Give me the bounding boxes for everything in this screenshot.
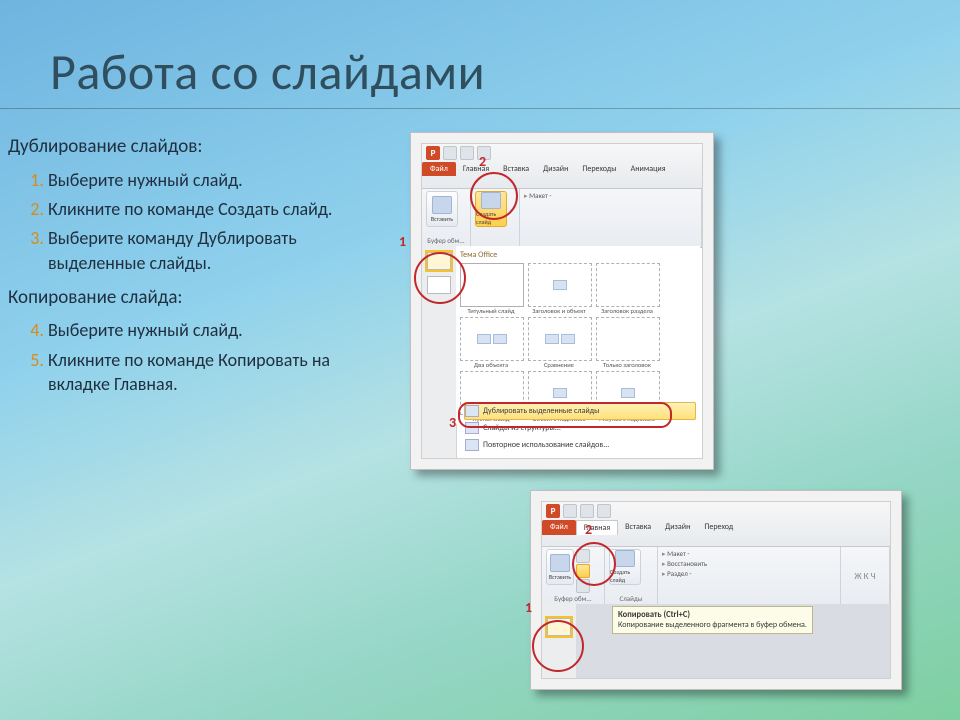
paste-button: Вставить <box>546 549 574 585</box>
tab-insert: Вставка <box>618 520 658 535</box>
slide-opts-2: Макет - Восстановить Раздел - <box>662 549 836 578</box>
slide-options: Макет - <box>524 191 697 200</box>
group-clip-label: Буфер обм... <box>546 594 600 603</box>
clipboard-icon <box>432 196 452 214</box>
powerpoint-icon: P <box>426 146 440 160</box>
screenshot-copy: P Файл Главная Вставка Дизайн Переход <box>530 490 902 690</box>
ribbon: P Файл Главная Вставка Дизайн Переходы А… <box>422 144 702 189</box>
layout-gallery: Тема Office Титульный слайд Заголовок и … <box>456 246 700 424</box>
list-copy: Выберите нужный слайд. Кликните по коман… <box>8 318 396 396</box>
screenshot-duplicate: P Файл Главная Вставка Дизайн Переходы А… <box>410 132 714 470</box>
tab-file: Файл <box>422 162 456 176</box>
ppt-window-2: P Файл Главная Вставка Дизайн Переход <box>541 501 891 679</box>
list-duplicate: Выберите нужный слайд. Кликните по коман… <box>8 168 396 275</box>
slide: Работа со слайдами Дублирование слайдов:… <box>0 0 960 720</box>
qat-save-icon <box>563 504 577 518</box>
callout-ring-1b <box>532 620 584 672</box>
badge-1b: 1 <box>525 599 532 616</box>
callout-ring-1 <box>414 252 466 304</box>
tooltip-body: Копирование выделенного фрагмента в буфе… <box>618 620 807 630</box>
qat-2: P <box>546 504 611 518</box>
tooltip-title: Копировать (Ctrl+C) <box>618 610 690 620</box>
tab-transitions: Переход <box>697 520 740 535</box>
section-duplicate: Дублирование слайдов: <box>8 134 396 160</box>
reuse-icon <box>465 439 479 451</box>
tab-file: Файл <box>542 520 576 535</box>
paste-button: Вставить <box>426 191 458 227</box>
tab-animation: Анимация <box>624 162 673 176</box>
callout-ring-2b <box>572 542 616 586</box>
tab-design: Дизайн <box>536 162 575 176</box>
menu-reuse-slides: Повторное использование слайдов... <box>464 436 696 454</box>
badge-2: 2 <box>479 153 486 170</box>
font-group: Ж К Ч <box>841 547 890 605</box>
ribbon-2: P Файл Главная Вставка Дизайн Переход <box>542 502 890 547</box>
tab-home-active: Главная <box>576 520 618 535</box>
qat-redo-icon <box>597 504 611 518</box>
tooltip-copy: Копировать (Ctrl+C) Копирование выделенн… <box>612 606 813 634</box>
gallery-title: Тема Office <box>460 250 696 260</box>
ribbon-groups: Вставить Буфер обм... Создать слайд Маке… <box>422 189 702 248</box>
callout-ring-2 <box>470 172 518 220</box>
group-slides-label: Слайды <box>609 594 653 603</box>
badge-2b: 2 <box>585 521 592 538</box>
qat-undo-icon <box>580 504 594 518</box>
badge-1: 1 <box>399 233 406 250</box>
qat-undo-icon <box>460 146 474 160</box>
section-copy: Копирование слайда: <box>8 285 396 311</box>
new-slide-icon <box>615 550 635 567</box>
clipboard-icon <box>550 554 570 572</box>
tab-design: Дизайн <box>658 520 697 535</box>
tab-transitions: Переходы <box>575 162 623 176</box>
list-item: Выберите нужный слайд. <box>48 168 396 192</box>
list-item: Кликните по команде Копировать на вкладк… <box>48 348 396 397</box>
badge-3: 3 <box>449 414 456 431</box>
powerpoint-icon: P <box>546 504 560 518</box>
list-item: Выберите команду Дублировать выделенные … <box>48 226 396 275</box>
list-item: Выберите нужный слайд. <box>48 318 396 342</box>
callout-ring-3 <box>458 402 672 428</box>
qat-save-icon <box>443 146 457 160</box>
slide-title: Работа со слайдами <box>50 42 485 103</box>
ribbon-tabs-2: Файл Главная Вставка Дизайн Переход <box>542 520 740 535</box>
group-clipboard-label: Буфер обм... <box>426 236 466 245</box>
title-underline <box>0 108 960 109</box>
ribbon-tabs: Файл Главная Вставка Дизайн Переходы Ани… <box>422 162 673 176</box>
ppt-window: P Файл Главная Вставка Дизайн Переходы А… <box>421 143 703 459</box>
body-text: Дублирование слайдов: Выберите нужный сл… <box>8 128 396 406</box>
list-item: Кликните по команде Создать слайд. <box>48 197 396 221</box>
